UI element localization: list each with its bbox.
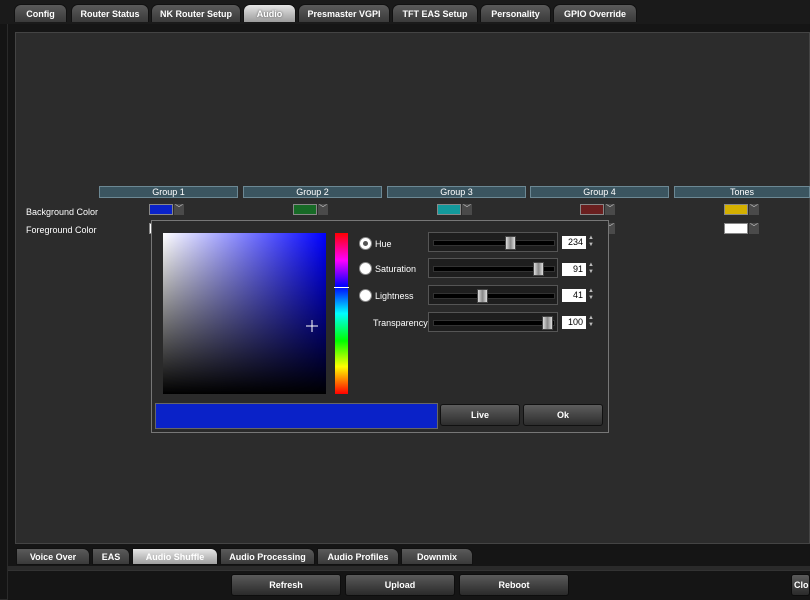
transparency-slider-track	[433, 320, 555, 326]
chevron-down-icon[interactable]: ﹀	[749, 204, 759, 215]
close-button[interactable]: Clos	[791, 574, 810, 596]
saturation-lightness-square[interactable]	[163, 233, 326, 394]
lightness-value-input[interactable]: 41	[562, 289, 586, 302]
background-swatch-group-3[interactable]	[437, 204, 461, 215]
background-color-label: Background Color	[26, 207, 99, 217]
foreground-swatch-tones[interactable]	[724, 223, 748, 234]
chevron-down-icon[interactable]: ﹀	[462, 204, 472, 215]
lightness-slider[interactable]	[428, 285, 558, 305]
color-preview	[155, 403, 438, 429]
hue-slider-thumb[interactable]	[505, 236, 516, 250]
hue-radio[interactable]	[359, 237, 372, 250]
hue-slider[interactable]	[428, 232, 558, 252]
tab-audio-profiles[interactable]: Audio Profiles	[317, 548, 399, 565]
chevron-down-icon[interactable]: ﹀	[605, 204, 615, 215]
transparency-slider[interactable]	[428, 312, 558, 332]
group-header-4: Group 4	[530, 186, 669, 198]
tab-audio-shuffle[interactable]: Audio Shuffle	[132, 548, 218, 565]
hue-slider-track	[433, 240, 555, 246]
reboot-button[interactable]: Reboot	[459, 574, 569, 596]
background-swatch-tones[interactable]	[724, 204, 748, 215]
hue-strip-marker[interactable]	[334, 287, 349, 288]
tab-eas[interactable]: EAS	[92, 548, 130, 565]
refresh-button[interactable]: Refresh	[231, 574, 341, 596]
background-swatch-group-4[interactable]	[580, 204, 604, 215]
hue-spin-arrows-icon[interactable]: ▲ ▼	[588, 235, 596, 249]
tab-tft-eas-setup[interactable]: TFT EAS Setup	[392, 4, 478, 22]
hue-strip[interactable]	[335, 233, 348, 394]
lightness-slider-thumb[interactable]	[477, 289, 488, 303]
background-swatch-group-1[interactable]	[149, 204, 173, 215]
live-button[interactable]: Live	[440, 404, 520, 426]
foreground-color-label: Foreground Color	[26, 225, 97, 235]
lightness-slider-track	[433, 293, 555, 299]
chevron-down-icon[interactable]: ﹀	[749, 223, 759, 234]
lightness-spin-arrows-icon[interactable]: ▲ ▼	[588, 288, 596, 302]
hue-label: Hue	[375, 239, 392, 249]
transparency-spin-arrows-icon[interactable]: ▲ ▼	[588, 315, 596, 329]
background-swatch-group-2[interactable]	[293, 204, 317, 215]
chevron-down-icon[interactable]: ﹀	[318, 204, 328, 215]
tab-audio[interactable]: Audio	[243, 4, 296, 22]
left-edge-strip	[0, 0, 7, 599]
group-header-2: Group 2	[243, 186, 382, 198]
tab-audio-processing[interactable]: Audio Processing	[220, 548, 315, 565]
saturation-radio[interactable]	[359, 262, 372, 275]
lightness-label: Lightness	[375, 291, 414, 301]
lightness-radio[interactable]	[359, 289, 372, 302]
saturation-slider[interactable]	[428, 258, 558, 278]
tab-nk-router-setup[interactable]: NK Router Setup	[151, 4, 241, 22]
saturation-label: Saturation	[375, 264, 417, 274]
saturation-value-input[interactable]: 91	[562, 263, 586, 276]
transparency-slider-thumb[interactable]	[542, 316, 553, 330]
tab-voice-over[interactable]: Voice Over	[16, 548, 90, 565]
tab-downmix[interactable]: Downmix	[401, 548, 473, 565]
hue-value-input[interactable]: 234	[562, 236, 586, 249]
group-header-3: Group 3	[387, 186, 526, 198]
crosshair-icon	[306, 320, 318, 332]
tab-router-status[interactable]: Router Status	[71, 4, 149, 22]
transparency-label: Transparency	[373, 318, 428, 328]
tab-gpio-override[interactable]: GPIO Override	[553, 4, 637, 22]
tab-presmaster-vgpi[interactable]: Presmaster VGPI	[298, 4, 390, 22]
tab-config[interactable]: Config	[14, 4, 67, 22]
saturation-spin-arrows-icon[interactable]: ▲ ▼	[588, 262, 596, 276]
group-header-1: Group 1	[99, 186, 238, 198]
upload-button[interactable]: Upload	[345, 574, 455, 596]
ok-button[interactable]: Ok	[523, 404, 603, 426]
tab-personality[interactable]: Personality	[480, 4, 551, 22]
chevron-down-icon[interactable]: ﹀	[174, 204, 184, 215]
saturation-slider-thumb[interactable]	[533, 262, 544, 276]
transparency-value-input[interactable]: 100	[562, 316, 586, 329]
group-header-tones: Tones	[674, 186, 810, 198]
